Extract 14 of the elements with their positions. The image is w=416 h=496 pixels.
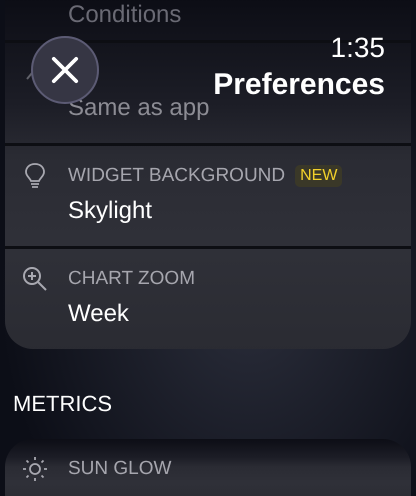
setting-value: Week bbox=[67, 299, 130, 329]
setting-value: Conditions bbox=[68, 0, 182, 30]
section-title: METRICS bbox=[12, 390, 113, 418]
clock-time: 1:35 bbox=[330, 32, 385, 64]
lightbulb-icon bbox=[22, 162, 48, 190]
setting-label: SUN GLOW bbox=[68, 458, 172, 480]
sun-icon bbox=[22, 456, 48, 482]
zoom-in-icon bbox=[22, 266, 48, 292]
close-icon bbox=[51, 56, 79, 84]
setting-label: WIDGET BACKGROUND bbox=[68, 165, 286, 187]
setting-label: CHART ZOOM bbox=[68, 268, 196, 290]
screen-title: Preferences bbox=[213, 68, 385, 102]
setting-value: Skylight bbox=[67, 196, 154, 226]
new-badge: NEW bbox=[295, 165, 342, 187]
